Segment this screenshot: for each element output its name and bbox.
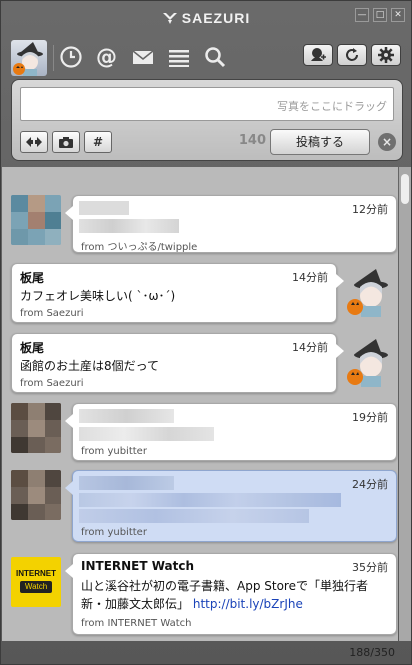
timeline-scrollbar[interactable] [399,167,411,641]
tweet-source: from Saezuri [20,308,84,319]
tweet-bubble[interactable]: INTERNET Watch 35分前 山と溪谷社が初の電子書籍、App Sto… [65,553,397,635]
tweet-input[interactable]: 写真をここにドラッグ [20,87,394,121]
tweet-time: 14分前 [292,271,328,284]
hashtag-button[interactable]: # [84,131,112,153]
refresh-button[interactable] [337,44,367,66]
tweet-bubble[interactable]: 19分前 from yubitter [65,403,397,461]
tweet-item: 19分前 from yubitter [2,403,398,461]
scroll-thumb[interactable] [401,174,409,204]
settings-button[interactable] [371,44,401,66]
shorten-url-button[interactable] [20,131,48,153]
tweet-input-placeholder: 写真をここにドラッグ [277,100,387,113]
status-bar: 188/350 [1,642,411,665]
refresh-icon [346,48,358,61]
witch-avatar-icon [13,42,43,76]
close-button[interactable]: ✕ [391,8,405,22]
tweet-time: 35分前 [352,561,388,574]
user-add-icon [311,48,326,61]
bird-logo-icon [162,13,177,24]
tweet-time: 14分前 [292,341,328,354]
tweet-bubble-selected[interactable]: 24分前 from yubitter [65,470,397,542]
tweet-author: 板尾 [20,271,45,285]
app-title-text: SAEZURI [181,10,251,26]
tweet-text-line2: 新・加藤文太郎伝」 http://bit.ly/bZrJhe [81,595,303,612]
redacted-text [79,427,214,441]
witch-avatar-icon [344,267,394,317]
api-limit-counter: 188/350 [349,646,395,659]
app-window: SAEZURI — □ ✕ @ 写真をここにドラッグ # 140 投稿する × … [0,0,412,665]
tweet-item: 板尾 14分前 カフェオレ美味しい( `･ω･´) from Saezuri [2,263,398,323]
avatar[interactable]: INTERNET Watch [11,557,61,607]
window-controls: — □ ✕ [355,8,405,22]
gear-icon [378,47,394,63]
redacted-text [79,219,179,233]
tweet-author: INTERNET Watch [81,559,195,573]
timeline: 12分前 from ついっぷる/twipple 板尾 14分前 カフェオレ美味し… [2,167,398,641]
tweet-bubble[interactable]: 板尾 14分前 カフェオレ美味しい( `･ω･´) from Saezuri [11,263,344,323]
maximize-button[interactable]: □ [373,8,387,22]
tweet-source: from Saezuri [20,378,84,389]
tweet-link[interactable]: http://bit.ly/bZrJhe [193,597,303,611]
tweet-text-cont: 新・加藤文太郎伝」 [81,597,190,611]
tweet-item: 24分前 from yubitter [2,470,398,542]
redacted-text [79,509,309,523]
user-add-button[interactable] [303,44,333,66]
toolbar-divider [53,45,54,71]
tweet-source: from yubitter [81,446,147,457]
app-title: SAEZURI [1,10,411,26]
tweet-source: from ついっぷる/twipple [81,242,198,253]
svg-text:@: @ [96,45,117,69]
tweet-author: 板尾 [20,341,45,355]
redacted-name [79,476,174,490]
redacted-name [79,201,129,215]
tweet-item: INTERNET Watch INTERNET Watch 35分前 山と溪谷社… [2,553,398,635]
tweet-source: from INTERNET Watch [81,618,192,629]
redacted-name [79,409,174,423]
lists-icon[interactable] [167,45,193,69]
post-button[interactable]: 投稿する [270,129,370,155]
tweet-item: 板尾 14分前 函館のお土産は8個だって from Saezuri [2,333,398,393]
title-bar: SAEZURI — □ ✕ [1,1,411,35]
clear-icon[interactable]: × [378,133,396,151]
tweet-time: 12分前 [352,203,388,216]
toolbar: @ [1,37,411,77]
search-icon[interactable] [203,45,229,69]
shorten-arrows-icon [26,137,42,147]
tweet-text: カフェオレ美味しい( `･ω･´) [20,289,176,303]
logo-text-top: INTERNET [16,569,56,578]
tweet-time: 19分前 [352,411,388,424]
home-timeline-icon[interactable] [59,45,85,69]
tweet-bubble[interactable]: 板尾 14分前 函館のお土産は8個だって from Saezuri [11,333,344,393]
minimize-button[interactable]: — [355,8,369,22]
tweet-bubble[interactable]: 12分前 from ついっぷる/twipple [65,195,397,253]
mentions-icon[interactable]: @ [95,45,121,69]
tweet-time: 24分前 [352,478,388,491]
tweet-source: from yubitter [81,527,147,538]
tweet-text: 函館のお土産は8個だって [20,359,160,373]
camera-icon [59,137,73,148]
avatar[interactable] [344,267,394,317]
avatar[interactable] [11,470,61,520]
redacted-text [79,493,341,507]
direct-messages-icon[interactable] [131,45,157,69]
witch-avatar-icon [344,337,394,387]
char-counter: 140 [238,133,266,148]
compose-panel: 写真をここにドラッグ # 140 投稿する × [11,79,403,161]
logo-text-bottom: Watch [20,581,52,593]
tweet-item: 12分前 from ついっぷる/twipple [2,195,398,253]
avatar[interactable] [344,337,394,387]
photo-button[interactable] [52,131,80,153]
avatar[interactable] [11,195,61,245]
avatar[interactable] [11,403,61,453]
tweet-text: 山と溪谷社が初の電子書籍、App Storeで「単独行者 [81,579,368,593]
my-avatar[interactable] [11,40,47,76]
